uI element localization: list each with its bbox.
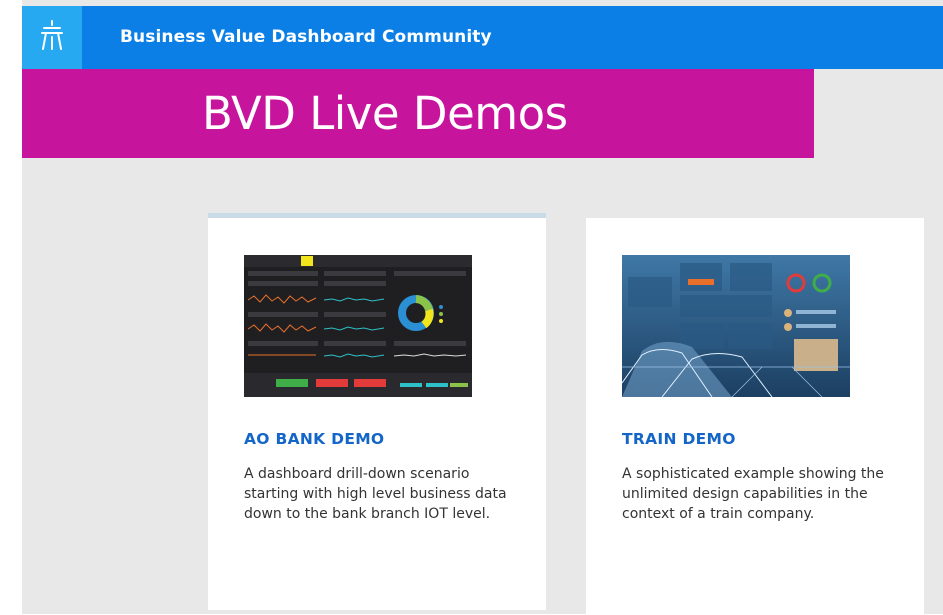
demo-title[interactable]: TRAIN DEMO [622, 430, 736, 448]
bank-dashboard-thumbnail[interactable] [244, 255, 472, 397]
demo-card-ao-bank[interactable]: AO BANK DEMO A dashboard drill-down scen… [208, 213, 546, 610]
page-title: BVD Live Demos [202, 87, 568, 140]
lighthouse-icon [39, 20, 65, 55]
train-dashboard-thumbnail[interactable] [621, 255, 850, 398]
hero-banner: BVD Live Demos [22, 69, 814, 158]
demo-title[interactable]: AO BANK DEMO [244, 430, 384, 448]
site-title[interactable]: Business Value Dashboard Community [120, 6, 492, 69]
demo-card-train[interactable]: TRAIN DEMO A sophisticated example showi… [586, 218, 924, 615]
logo[interactable] [22, 6, 82, 69]
demo-description: A sophisticated example showing the unli… [622, 466, 884, 522]
site-header: Business Value Dashboard Community [22, 6, 943, 69]
demo-description: A dashboard drill-down scenario starting… [244, 466, 507, 522]
